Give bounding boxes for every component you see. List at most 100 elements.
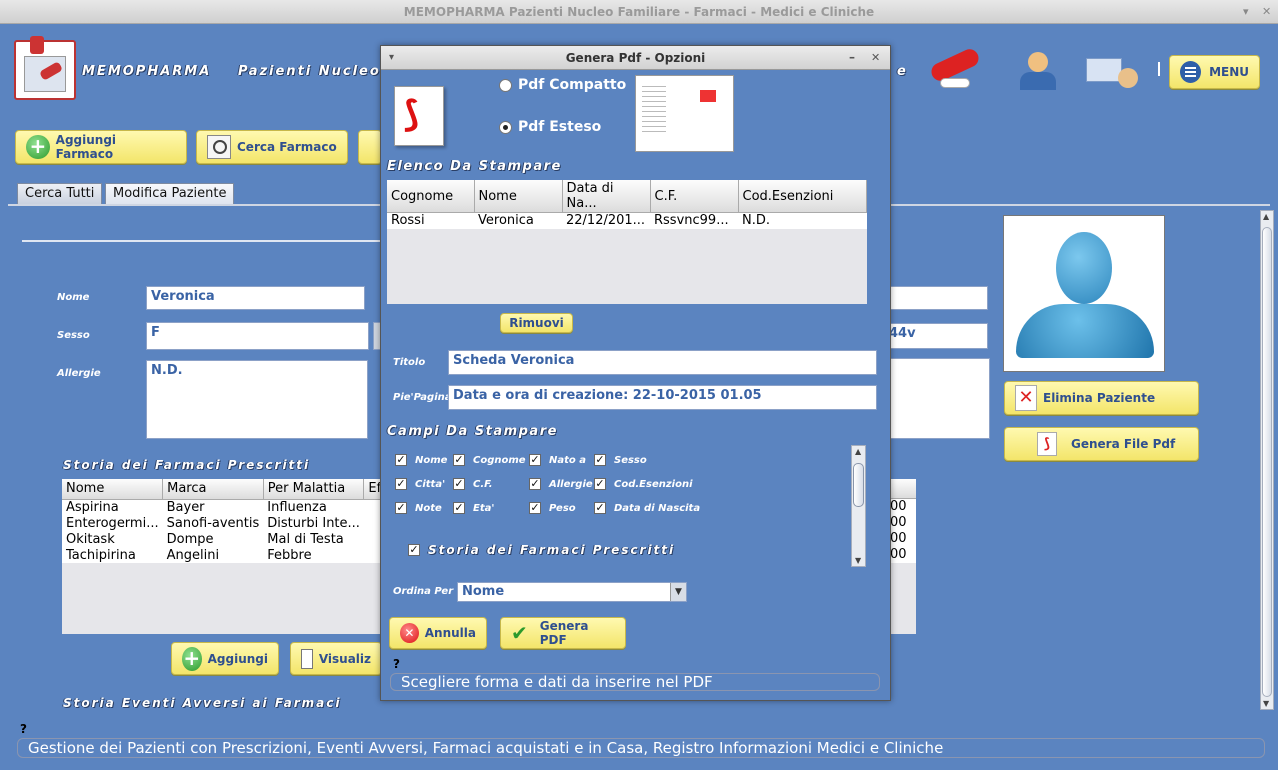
checkbox-label: Nato a [549,454,586,466]
checkbox-cod-esenzioni[interactable]: ✓ Cod.Esenzioni [594,478,693,490]
checkbox-data-nascita[interactable]: ✓ Data di Nascita [594,502,700,514]
add-history-label: Aggiungi [207,651,268,666]
checkbox-box: ✓ [594,477,606,490]
allergies-label: Allergie [57,368,101,379]
radio-pdf-extended[interactable]: Pdf Esteso [499,119,601,135]
tab-edit-patient[interactable]: Modifica Paziente [105,183,235,204]
delete-patient-button[interactable]: ✕ Elimina Paziente [1004,381,1199,415]
checkbox-label: Note [415,502,442,514]
checkbox-nome[interactable]: ✓ Nome [395,454,447,466]
checkbox-sesso[interactable]: ✓ Sesso [594,454,647,466]
checkbox-peso[interactable]: ✓ Peso [529,502,576,514]
col-cf[interactable]: C.F. [650,180,739,213]
cell: Dompe [166,531,214,547]
col-surname[interactable]: Cognome [387,180,475,213]
pdf-preview-thumbnail [635,75,734,152]
glasses-icon [301,648,313,669]
checkbox-drug-history[interactable]: ✓ Storia dei Farmaci Prescritti [408,543,675,557]
pills-icon[interactable] [922,46,994,94]
plus-icon: + [26,135,50,159]
search-drug-button[interactable]: Cerca Farmaco [196,130,348,164]
cf-field[interactable]: 44v [884,323,988,349]
checkbox-box: ✓ [529,453,541,466]
print-fields-title: Campi Da Stampare [387,424,558,439]
patient-photo [1003,215,1165,372]
dialog-menu-icon[interactable]: ▾ [389,46,394,70]
cell: Aspirina [66,499,119,515]
cell: Bayer [166,499,205,515]
order-by-select[interactable]: Nome ▼ [457,582,687,602]
checkbox-cognome[interactable]: ✓ Cognome [453,454,526,466]
drug-history-table: Nome Marca Per Malattia Ef Aspirina Bayer… [62,479,387,634]
col-disease[interactable]: Per Malattia [263,479,365,500]
col-name[interactable]: Nome [474,180,563,213]
dialog-help-icon[interactable]: ? [393,657,400,671]
name-field[interactable]: Veronica [146,286,365,310]
table-row[interactable]: Enterogermi... Sanofi-aventis Disturbi Int… [62,515,386,531]
cell: N.D. [742,213,770,229]
sex-field[interactable]: F [146,322,369,350]
checkbox-note[interactable]: ✓ Note [395,502,442,514]
col-name[interactable]: Nome [62,479,164,500]
right-field-1[interactable] [884,286,988,310]
dialog-close-icon[interactable]: ✕ [871,46,880,70]
radio-pdf-compact[interactable]: Pdf Compatto [499,77,626,93]
search-drug-label: Cerca Farmaco [237,140,337,154]
radio-circle [499,120,512,134]
table-row[interactable]: Aspirina Bayer Influenza [62,499,386,515]
toolbar-button-3[interactable] [358,130,382,164]
help-icon[interactable]: ? [20,722,27,736]
cell: Disturbi Inte... [267,515,360,531]
add-drug-label: Aggiungi Farmaco [55,133,117,161]
view-history-button[interactable]: Visualiz [290,642,382,675]
checkbox-box: ✓ [594,453,606,466]
window-menu-icon[interactable]: ▾ [1243,0,1249,24]
col-brand[interactable]: Marca [162,479,264,500]
checkbox-nato-a[interactable]: ✓ Nato a [529,454,586,466]
dialog-minimize-icon[interactable]: – [849,45,855,69]
chevron-down-icon: ▼ [670,583,686,601]
right-field-3[interactable] [884,358,990,439]
cell: Veronica [478,213,534,229]
add-history-button[interactable]: + Aggiungi [171,642,279,675]
checkbox-label: Storia dei Farmaci Prescritti [428,543,676,557]
radio-circle [499,78,512,92]
checkbox-box: ✓ [408,543,420,556]
section-separator [22,240,382,242]
doctor-icon[interactable] [1014,50,1062,92]
remove-button[interactable]: Rimuovi [500,313,573,333]
tab-search-all[interactable]: Cerca Tutti [17,183,103,204]
checkbox-label: Data di Nascita [614,502,701,514]
checkbox-eta[interactable]: ✓ Eta' [453,502,494,514]
checkbox-label: Peso [549,502,576,514]
cancel-button[interactable]: ✕ Annulla [389,617,487,649]
main-scrollbar[interactable]: ▲ ▼ [1260,210,1274,710]
checkbox-cf[interactable]: ✓ C.F. [453,478,493,490]
generate-pdf-file-button[interactable]: ⟆ Genera File Pdf [1004,427,1199,461]
menu-button[interactable]: MENU [1169,55,1260,89]
checkbox-box: ✓ [453,501,465,514]
checkbox-label: C.F. [473,478,493,490]
checkbox-box: ✓ [594,501,606,514]
table-row[interactable]: Tachipirina Angelini Febbre [62,547,386,563]
pdf-icon: ⟆ [1037,432,1057,456]
col-birthdate[interactable]: Data di Na... [562,180,651,213]
fields-scrollbar[interactable]: ▲ ▼ [851,445,866,567]
col-exemptions[interactable]: Cod.Esenzioni [738,180,867,213]
checkbox-label: Allergie [549,478,593,490]
add-drug-button[interactable]: + Aggiungi Farmaco [15,130,187,164]
allergies-field[interactable]: N.D. [146,360,368,439]
clinic-icon[interactable] [1082,52,1144,90]
table-row[interactable]: Rossi Veronica 22/12/201... Rssvnc99... … [387,212,867,229]
table-row[interactable]: Okitask Dompe Mal di Testa [62,531,386,547]
generate-pdf-button[interactable]: ✔ Genera PDF [500,617,626,649]
title-field[interactable]: Scheda Veronica [448,350,877,375]
footer-field[interactable]: Data e ora di creazione: 22-10-2015 01.0… [448,385,877,410]
cell: 00 [890,531,916,547]
checkbox-label: Nome [415,454,448,466]
radio-pdf-compact-label: Pdf Compatto [518,77,627,93]
checkbox-allergie[interactable]: ✓ Allergie [529,478,593,490]
window-close-icon[interactable]: ✕ [1262,0,1271,24]
checkbox-citta[interactable]: ✓ Citta' [395,478,445,490]
cell: 00 [890,547,916,563]
